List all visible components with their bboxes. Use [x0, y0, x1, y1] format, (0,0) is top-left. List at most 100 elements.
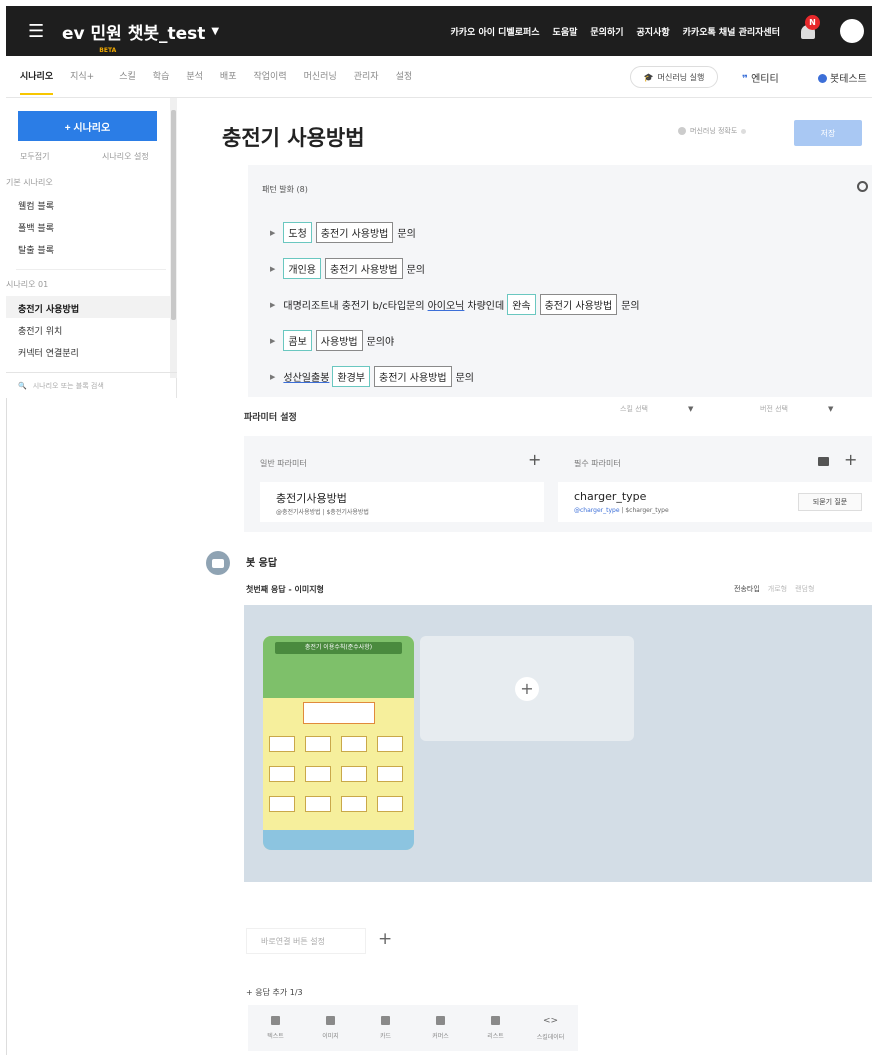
hamburger-icon[interactable]: ☰	[28, 21, 58, 42]
poster-cell	[269, 736, 295, 752]
link-inquiry[interactable]: 문의하기	[590, 25, 623, 38]
reply-image[interactable]: 충전기 이용수칙(준수사항)	[263, 636, 414, 850]
poster-cell	[341, 796, 367, 812]
bot-test-button[interactable]: 봇테스트	[818, 70, 867, 85]
reply-type-skill-data[interactable]: <> 스킬데이터	[523, 1005, 578, 1051]
send-type-option-1[interactable]: 개로형	[768, 584, 787, 594]
reask-button[interactable]: 되묻기 질문	[798, 493, 862, 511]
reply-type-text[interactable]: 텍스트	[248, 1005, 303, 1051]
reply-type-list[interactable]: 리스트	[468, 1005, 523, 1051]
poster-cell	[269, 766, 295, 782]
link-developers[interactable]: 카카오 아이 디벨로퍼스	[450, 25, 539, 38]
sidebar-item-charger-usage[interactable]: 충전기 사용방법	[18, 302, 79, 315]
reply-type-card[interactable]: 카드	[358, 1005, 413, 1051]
version-select[interactable]: 버전 선택 ▼	[760, 404, 833, 414]
sidebar-search-placeholder: 시나리오 또는 블록 검색	[32, 381, 104, 390]
expand-arrow-icon[interactable]: ▶	[270, 337, 275, 345]
save-button[interactable]: 저장	[794, 120, 862, 146]
send-type-option-2[interactable]: 랜덤형	[795, 584, 814, 594]
tab-knowledge[interactable]: 지식+ BETA	[70, 47, 116, 98]
collapse-all[interactable]: 모두접기	[20, 151, 49, 162]
entity-tag[interactable]: 개인용	[283, 258, 321, 279]
sidebar-item-fallback[interactable]: 폴백 블록	[18, 221, 54, 234]
ml-accuracy-label: 머신러닝 정확도	[690, 127, 738, 135]
poster-cell	[269, 796, 295, 812]
entity-tag[interactable]: 충전기 사용방법	[315, 222, 394, 243]
utterance-row[interactable]: ▶ 개인용 충전기 사용방법 문의	[270, 258, 428, 279]
reply-type-image[interactable]: 이미지	[303, 1005, 358, 1051]
link-help[interactable]: 도움말	[553, 25, 578, 38]
expand-arrow-icon[interactable]: ▶	[270, 229, 275, 237]
add-scenario-button[interactable]: + 시나리오	[18, 111, 157, 141]
page-title: 충전기 사용방법	[222, 126, 365, 150]
tab-deploy[interactable]: 배포	[220, 56, 237, 98]
link-notice[interactable]: 공지사항	[637, 25, 670, 38]
quote-icon: ❞	[742, 74, 748, 85]
list-icon	[491, 1016, 500, 1025]
scenario-settings-link[interactable]: 시나리오 설정	[102, 151, 149, 162]
image-icon	[326, 1016, 335, 1025]
sidebar-item-charger-location[interactable]: 충전기 위치	[18, 324, 62, 337]
poster-cell	[377, 796, 403, 812]
tab-learning[interactable]: 학습	[153, 56, 170, 98]
tab-scenario[interactable]: 시나리오	[20, 56, 54, 98]
send-type-label: 전송타입	[734, 585, 760, 593]
sidebar-search[interactable]: 🔍 시나리오 또는 블록 검색	[6, 372, 177, 398]
search-icon[interactable]	[857, 181, 868, 192]
utterance-row[interactable]: ▶ 도청 충전기 사용방법 문의	[270, 222, 419, 243]
tab-skill[interactable]: 스킬	[119, 56, 136, 98]
reply-type-bar: 텍스트 이미지 카드 커머스 리스트 <> 스킬데이터	[248, 1005, 578, 1051]
entity-tag[interactable]: 아이오닉	[428, 297, 465, 312]
ml-run-button[interactable]: 🎓 머신러닝 실행	[630, 66, 718, 88]
general-params-title: 일반 파라미터	[260, 459, 307, 468]
add-required-param-icon[interactable]: +	[844, 450, 857, 469]
entity-tag[interactable]: 성산일출봉	[283, 369, 329, 384]
entity-button[interactable]: ❞ 엔티티	[742, 70, 779, 85]
bot-name[interactable]: ev 민원 챗봇_test	[62, 19, 205, 44]
sidebar-item-welcome[interactable]: 웰컴 블록	[18, 199, 54, 212]
tab-analysis[interactable]: 분석	[186, 56, 203, 98]
skill-select[interactable]: 스킬 선택 ▼	[620, 404, 693, 414]
link-channel-admin[interactable]: 카카오톡 채널 관리자센터	[683, 25, 780, 38]
code-icon: <>	[542, 1015, 559, 1026]
entity-tag[interactable]: 도청	[283, 222, 312, 243]
expand-arrow-icon[interactable]: ▶	[270, 373, 275, 381]
utterance-text: 문의	[406, 265, 425, 276]
poster-cell	[305, 766, 331, 782]
utterance-text: 차량인데	[467, 301, 505, 312]
folder-icon[interactable]	[818, 457, 829, 466]
expand-arrow-icon[interactable]: ▶	[270, 265, 275, 273]
add-quick-reply-icon[interactable]: +	[378, 929, 392, 949]
tab-settings[interactable]: 설정	[396, 56, 413, 98]
general-param-card[interactable]: 충전기사용방법 @충전기사용방법 | $충전기사용방법	[260, 482, 544, 522]
utterance-row[interactable]: ▶ 콤보 사용방법 문의야	[270, 330, 397, 351]
tab-machine-learning[interactable]: 머신러닝	[304, 56, 337, 98]
chevron-down-icon[interactable]: ▼	[211, 26, 219, 37]
entity-tag[interactable]: 완속	[507, 294, 536, 315]
entity-tag[interactable]: 사용방법	[315, 330, 363, 351]
info-icon	[678, 127, 686, 135]
tab-admin[interactable]: 관리자	[354, 56, 379, 98]
entity-tag[interactable]: 콤보	[283, 330, 312, 351]
skill-select-label: 스킬 선택	[620, 405, 648, 413]
sidebar-item-exit[interactable]: 탈출 블록	[18, 243, 54, 256]
entity-tag[interactable]: 충전기 사용방법	[325, 258, 403, 279]
scrollbar-thumb[interactable]	[171, 110, 176, 320]
poster-cell	[341, 736, 367, 752]
add-general-param-icon[interactable]: +	[528, 450, 541, 469]
reply-type-commerce[interactable]: 커머스	[413, 1005, 468, 1051]
bell-icon[interactable]: N	[799, 15, 820, 41]
tab-history[interactable]: 작업이력	[253, 56, 286, 98]
entity-tag[interactable]: 충전기 사용방법	[539, 294, 618, 315]
entity-tag[interactable]: 충전기 사용방법	[374, 366, 452, 387]
avatar[interactable]	[840, 19, 864, 43]
sidebar-scrollbar[interactable]	[170, 98, 177, 378]
entity-tag[interactable]: 환경부	[332, 366, 370, 387]
quick-reply-button[interactable]: 바로연결 버튼 설정	[246, 928, 366, 954]
expand-arrow-icon[interactable]: ▶	[270, 301, 275, 309]
utterance-row[interactable]: ▶ 성산일출봉 환경부 충전기 사용방법 문의	[270, 366, 477, 387]
add-image-card[interactable]: +	[420, 636, 634, 741]
required-param-card[interactable]: charger_type @charger_type | $charger_ty…	[558, 482, 872, 522]
sidebar-item-connector[interactable]: 커넥터 연결분리	[18, 346, 79, 359]
utterance-row[interactable]: ▶ 대명리조트내 충전기 b/c타입문의 아이오닉 차량인데 완속 충전기 사용방법 문의	[270, 294, 643, 315]
